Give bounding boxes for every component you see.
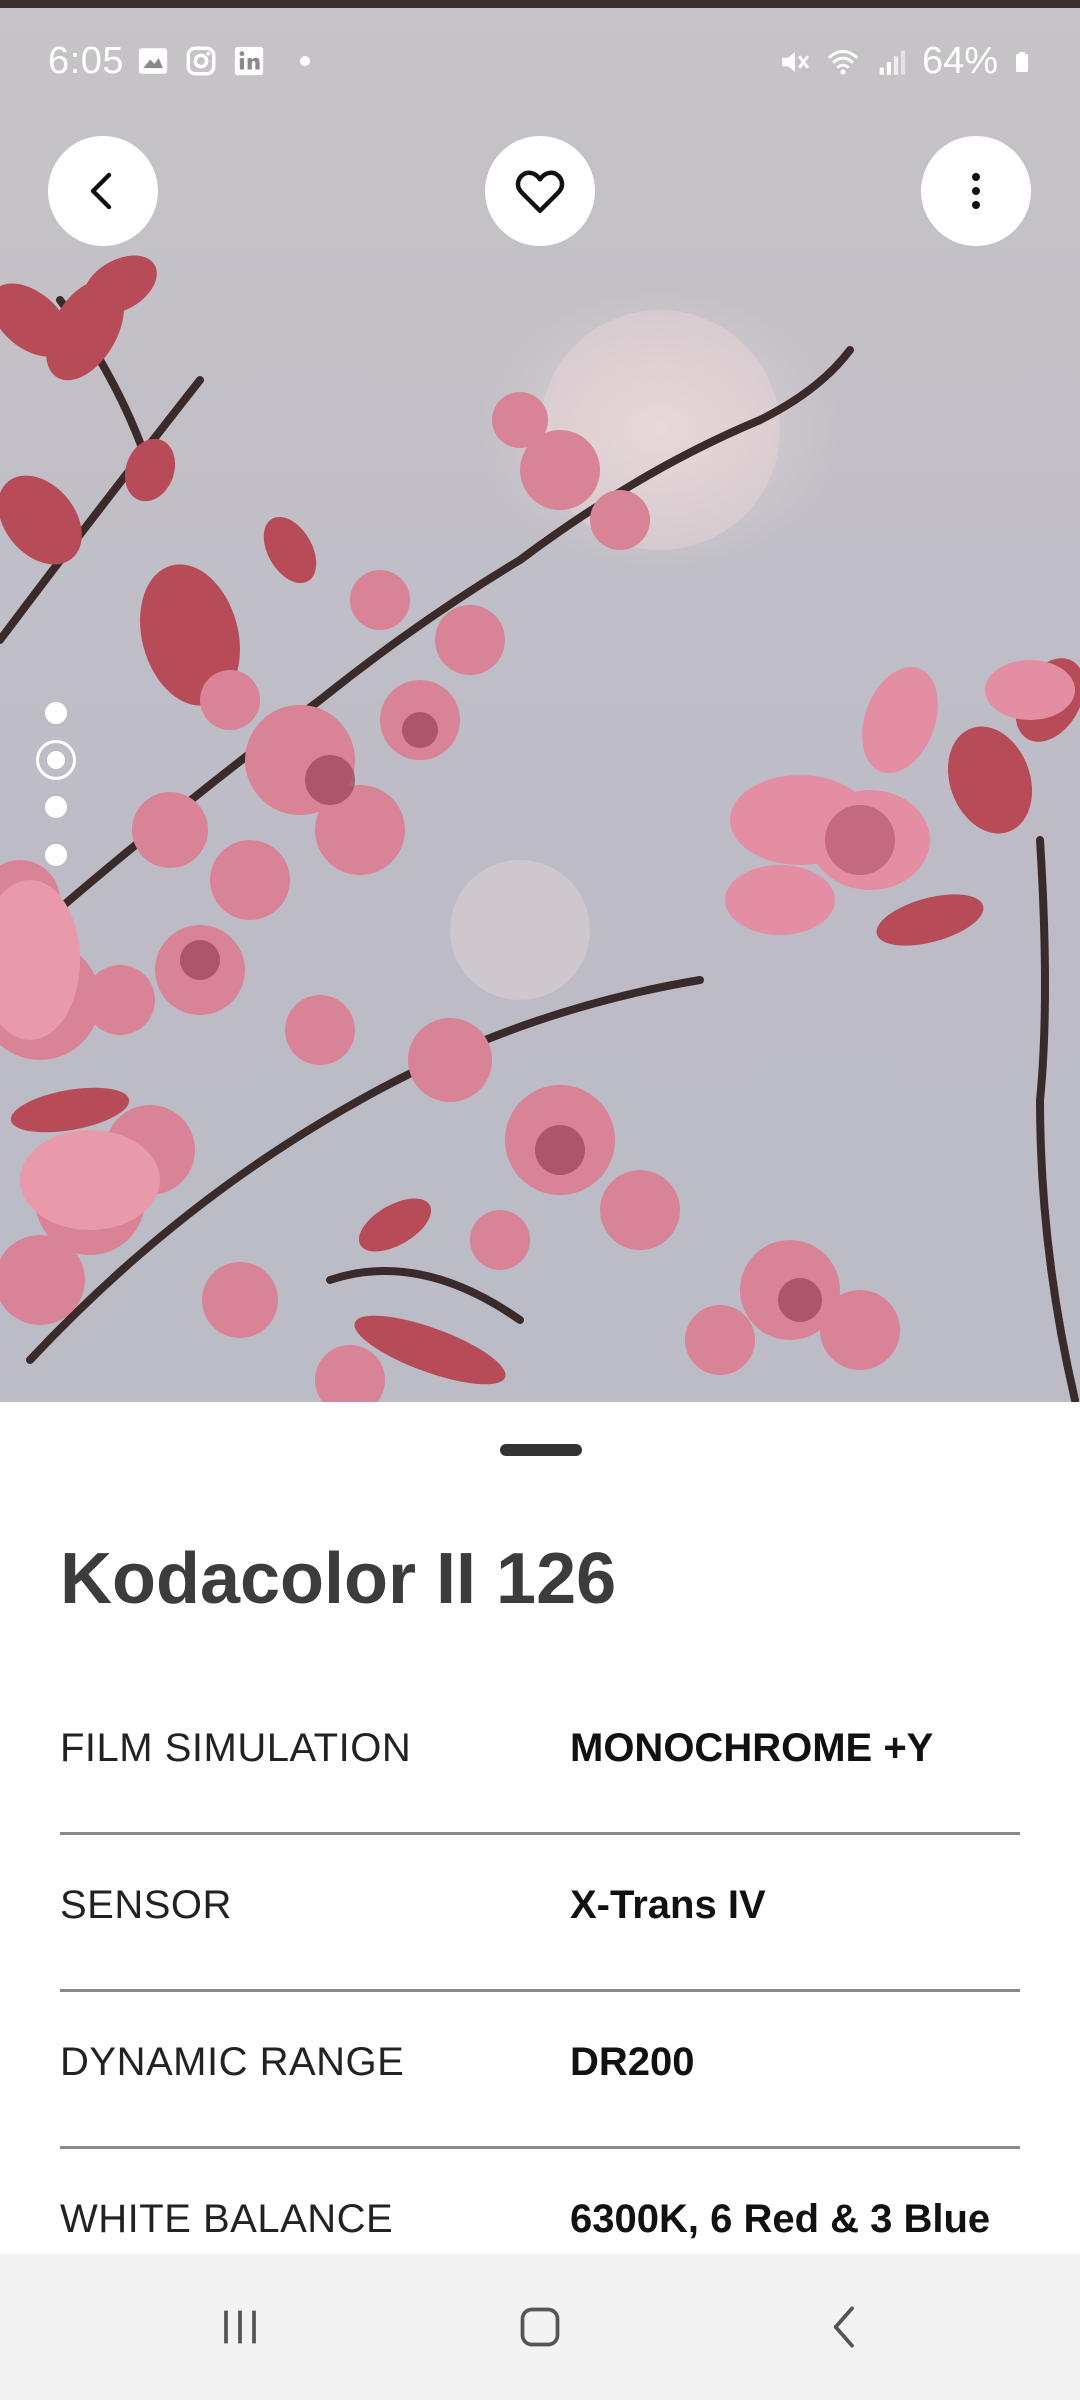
linkedin-icon <box>234 46 264 76</box>
signal-icon <box>879 50 906 75</box>
page-dot-4[interactable] <box>45 844 67 866</box>
page-indicator[interactable] <box>36 700 76 880</box>
sheet-drag-handle[interactable] <box>500 1444 582 1456</box>
battery-percent: 64% <box>921 40 998 82</box>
spec-value: 6300K, 6 Red & 3 Blue <box>570 2197 991 2241</box>
home-icon <box>520 2307 560 2347</box>
chevron-left-icon <box>90 172 112 210</box>
more-options-button[interactable] <box>921 136 1031 246</box>
back-icon <box>833 2306 854 2348</box>
spec-label: SENSOR <box>60 1883 232 1927</box>
recipe-title: Kodacolor II 126 <box>60 1539 617 1619</box>
notification-dot <box>300 56 310 66</box>
spec-value: X-Trans IV <box>570 1883 766 1927</box>
battery-icon <box>1016 51 1028 72</box>
page-dot-3[interactable] <box>45 796 67 818</box>
heart-outline-icon <box>515 170 565 214</box>
status-time: 6:05 <box>48 40 124 82</box>
home-button[interactable] <box>460 2254 620 2400</box>
gallery-icon <box>138 48 168 74</box>
recent-apps-icon <box>224 2310 256 2344</box>
screen: 6:05 64% Kodacolor II 126 FILM SIMULATIO… <box>0 0 1080 2400</box>
instagram-icon <box>186 46 216 76</box>
page-dot-2-active[interactable] <box>36 740 76 780</box>
system-back-button[interactable] <box>765 2254 925 2400</box>
favorite-button[interactable] <box>485 136 595 246</box>
spec-row-sensor: SENSOR X-Trans IV <box>60 1835 1020 1992</box>
status-bar: 6:05 64% <box>0 0 1080 120</box>
spec-label: WHITE BALANCE <box>60 2197 394 2241</box>
status-icons-right: 64% <box>778 40 1036 83</box>
spec-label: DYNAMIC RANGE <box>60 2040 405 2084</box>
spec-value: DR200 <box>570 2040 695 2084</box>
spec-row-dynamic-range: DYNAMIC RANGE DR200 <box>60 1992 1020 2149</box>
mute-icon <box>782 51 809 72</box>
spec-list: FILM SIMULATION MONOCHROME +Y SENSOR X-T… <box>60 1678 1020 2306</box>
more-vertical-icon <box>972 173 980 209</box>
wifi-icon <box>827 49 859 74</box>
recent-apps-button[interactable] <box>160 2254 320 2400</box>
status-icons-left <box>136 44 310 78</box>
details-sheet: Kodacolor II 126 FILM SIMULATION MONOCHR… <box>0 1402 1080 2254</box>
page-dot-1[interactable] <box>45 702 67 724</box>
system-nav-bar <box>0 2254 1080 2400</box>
spec-row-film-simulation: FILM SIMULATION MONOCHROME +Y <box>60 1678 1020 1835</box>
spec-value: MONOCHROME +Y <box>570 1726 934 1770</box>
back-button[interactable] <box>48 136 158 246</box>
spec-label: FILM SIMULATION <box>60 1726 412 1770</box>
